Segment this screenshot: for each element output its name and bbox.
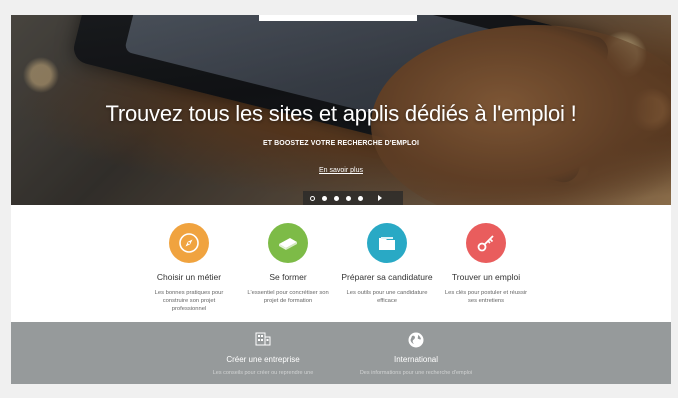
key-icon: [466, 223, 506, 263]
hero-title: Trouvez tous les sites et applis dédiés …: [105, 101, 577, 126]
folder-icon: [367, 223, 407, 263]
feature-section: Choisir un métier Les bonnes pratiques p…: [11, 205, 671, 322]
header-tab: [259, 15, 417, 21]
carousel-controls: [303, 191, 403, 205]
feature-desc: L'essentiel pour concrétiser son projet …: [247, 290, 329, 304]
band-creer-entreprise[interactable]: Créer une entreprise Les conseils pour c…: [183, 332, 343, 376]
band-title: International: [393, 355, 439, 364]
feature-title: Choisir un métier: [156, 272, 222, 282]
feature-choisir-metier[interactable]: Choisir un métier Les bonnes pratiques p…: [134, 223, 244, 313]
band-title: Créer une entreprise: [226, 355, 300, 364]
globe-icon: [336, 332, 496, 348]
feature-title: Préparer sa candidature: [341, 272, 433, 282]
play-icon[interactable]: [378, 195, 382, 201]
page-frame: Trouvez tous les sites et applis dédiés …: [11, 15, 671, 384]
feature-desc: Les clés pour postuler et réussir ses en…: [444, 290, 528, 304]
band-international[interactable]: International Des informations pour une …: [336, 332, 496, 376]
carousel-dot-5[interactable]: [358, 195, 363, 201]
hero-subtitle: ET BOOSTEZ VOTRE RECHERCHE D'EMPLOI: [262, 140, 420, 147]
learn-more-link[interactable]: En savoir plus: [319, 167, 363, 174]
book-icon: [268, 223, 308, 263]
feature-title: Trouver un emploi: [451, 272, 521, 282]
carousel-dot-4[interactable]: [346, 195, 351, 201]
feature-preparer-candidature[interactable]: Préparer sa candidature Les outils pour …: [332, 223, 442, 305]
building-icon: [183, 332, 343, 346]
feature-se-former[interactable]: Se former L'essentiel pour concrétiser s…: [233, 223, 343, 305]
feature-title: Se former: [269, 272, 307, 282]
feature-trouver-emploi[interactable]: Trouver un emploi Les clés pour postuler…: [431, 223, 541, 305]
secondary-band: Créer une entreprise Les conseils pour c…: [11, 322, 671, 384]
band-desc: Les conseils pour créer ou reprendre une: [212, 370, 314, 376]
compass-icon: [169, 223, 209, 263]
carousel-dot-3[interactable]: [334, 195, 339, 201]
band-desc: Des informations pour une recherche d'em…: [359, 370, 473, 376]
feature-desc: Les outils pour une candidature efficace: [346, 290, 428, 304]
carousel-dot-1[interactable]: [310, 195, 315, 201]
carousel-dot-2[interactable]: [322, 195, 327, 201]
feature-desc: Les bonnes pratiques pour construire son…: [154, 290, 224, 312]
hero-banner[interactable]: Trouvez tous les sites et applis dédiés …: [11, 15, 671, 205]
